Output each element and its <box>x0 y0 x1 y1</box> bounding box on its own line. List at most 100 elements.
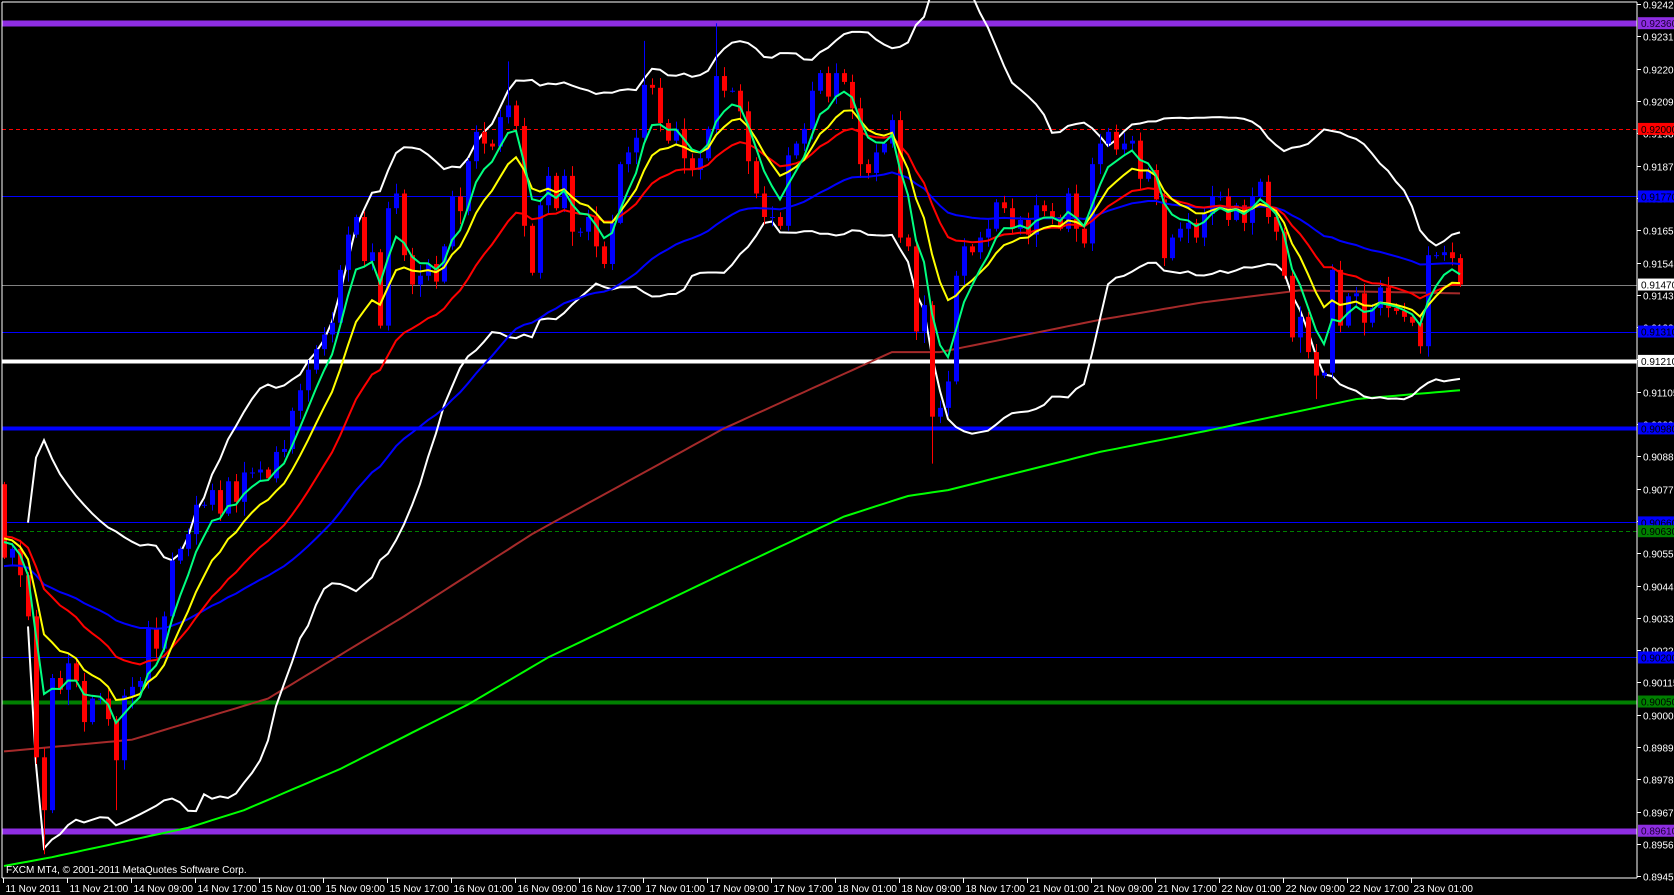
time-tick-label: 21 Nov 17:00 <box>1158 884 1218 895</box>
bear-candle-body <box>826 73 831 97</box>
bull-candle-body <box>1170 237 1175 259</box>
price-tick-label: 0.89785 <box>1643 776 1674 787</box>
bull-candle-body <box>66 663 71 690</box>
bear-candle-body <box>754 161 759 194</box>
bear-candle-body <box>234 481 239 502</box>
bull-candle-body <box>370 252 375 262</box>
price-tick-label: 0.92095 <box>1643 98 1674 109</box>
bull-candle-body <box>90 698 95 723</box>
bull-candle-body <box>1354 293 1359 297</box>
bull-candle-body <box>1202 214 1207 238</box>
candle <box>530 223 535 276</box>
bull-candle-body <box>474 131 479 162</box>
price-tick-label: 0.90115 <box>1643 679 1674 690</box>
bull-candle-body <box>394 193 399 209</box>
bull-candle-body <box>274 451 279 479</box>
bull-candle-body <box>538 205 543 273</box>
price-chart[interactable]: 0.924250.923150.922050.920950.919850.918… <box>0 0 1674 895</box>
bear-candle-body <box>722 76 727 91</box>
candle <box>122 689 127 770</box>
time-tick-label: 11 Nov 21:00 <box>70 884 129 895</box>
bear-candle-body <box>74 663 79 681</box>
bull-candle-body <box>506 105 511 118</box>
bull-candle-body <box>122 695 127 761</box>
time-tick-label: 15 Nov 09:00 <box>326 884 386 895</box>
level-label: 0.89610 <box>1641 827 1674 838</box>
bull-candle-body <box>938 407 943 417</box>
bear-candle-body <box>1362 293 1367 323</box>
price-tick-label: 0.89895 <box>1643 744 1674 755</box>
candle <box>90 696 95 725</box>
price-tick-label: 0.91105 <box>1643 389 1674 400</box>
level-label: 0.90630 <box>1641 527 1674 538</box>
candle <box>50 674 55 814</box>
bear-candle-body <box>482 131 487 144</box>
time-tick-label: 16 Nov 09:00 <box>518 884 578 895</box>
level-label: 0.91470 <box>1641 281 1674 292</box>
bear-candle-body <box>762 193 767 218</box>
bull-candle-body <box>1298 316 1303 338</box>
candle <box>314 345 319 374</box>
candle <box>994 199 999 232</box>
bull-candle-body <box>10 548 15 558</box>
bull-candle-body <box>946 381 951 408</box>
bear-candle-body <box>1306 316 1311 353</box>
bear-candle-body <box>906 237 911 247</box>
bear-candle-body <box>1050 211 1055 218</box>
bear-candle-body <box>1314 352 1319 376</box>
bear-candle-body <box>1082 228 1087 244</box>
bull-candle-body <box>994 202 999 229</box>
candle <box>354 214 359 238</box>
candle <box>1290 268 1295 342</box>
time-tick-label: 15 Nov 01:00 <box>262 884 322 895</box>
bear-candle-body <box>114 719 119 761</box>
bull-candle-body <box>306 369 311 391</box>
time-tick-label: 22 Nov 09:00 <box>1286 884 1346 895</box>
bear-candle-body <box>1338 269 1343 326</box>
time-tick-label: 14 Nov 09:00 <box>134 884 194 895</box>
bear-candle-body <box>1290 275 1295 338</box>
time-tick-label: 18 Nov 01:00 <box>838 884 898 895</box>
bull-candle-body <box>834 73 839 97</box>
candle <box>402 189 407 261</box>
price-tick-label: 0.89565 <box>1643 841 1674 852</box>
bear-candle-body <box>1458 258 1463 285</box>
bear-candle-body <box>490 143 495 147</box>
candle <box>378 249 383 329</box>
bull-candle-body <box>1442 252 1447 256</box>
bull-candle-body <box>626 152 631 165</box>
bull-candle-body <box>210 490 215 505</box>
bear-candle-body <box>2 484 7 558</box>
bear-candle-body <box>82 680 87 723</box>
bull-candle-body <box>962 246 967 276</box>
price-tick-label: 0.92205 <box>1643 66 1674 77</box>
bear-candle-body <box>1002 202 1007 209</box>
time-tick-label: 15 Nov 17:00 <box>390 884 450 895</box>
level-label: 0.91770 <box>1641 192 1674 203</box>
level-label: 0.90200 <box>1641 653 1674 664</box>
price-tick-label: 0.89675 <box>1643 809 1674 820</box>
bear-candle-body <box>378 252 383 326</box>
bear-candle-body <box>650 84 655 88</box>
level-label: 0.92000 <box>1641 125 1674 136</box>
bull-candle-body <box>986 228 991 238</box>
price-tick-label: 0.90555 <box>1643 550 1674 561</box>
bull-candle-body <box>810 90 815 129</box>
bull-candle-body <box>50 678 55 811</box>
bear-candle-body <box>866 164 871 173</box>
candle <box>818 69 823 94</box>
bear-candle-body <box>970 246 975 253</box>
candle <box>754 157 759 199</box>
bull-candle-body <box>314 349 319 370</box>
bull-candle-body <box>874 152 879 173</box>
copyright-text: FXCM MT4, © 2001-2011 MetaQuotes Softwar… <box>6 865 247 876</box>
price-tick-label: 0.91545 <box>1643 260 1674 271</box>
candle <box>2 481 7 560</box>
bull-candle-body <box>978 237 983 253</box>
bear-candle-body <box>914 246 919 332</box>
price-tick-label: 0.91435 <box>1643 292 1674 303</box>
bear-candle-body <box>42 757 47 811</box>
bear-candle-body <box>746 111 751 162</box>
time-tick-label: 21 Nov 09:00 <box>1094 884 1154 895</box>
bull-candle-body <box>1178 228 1183 238</box>
